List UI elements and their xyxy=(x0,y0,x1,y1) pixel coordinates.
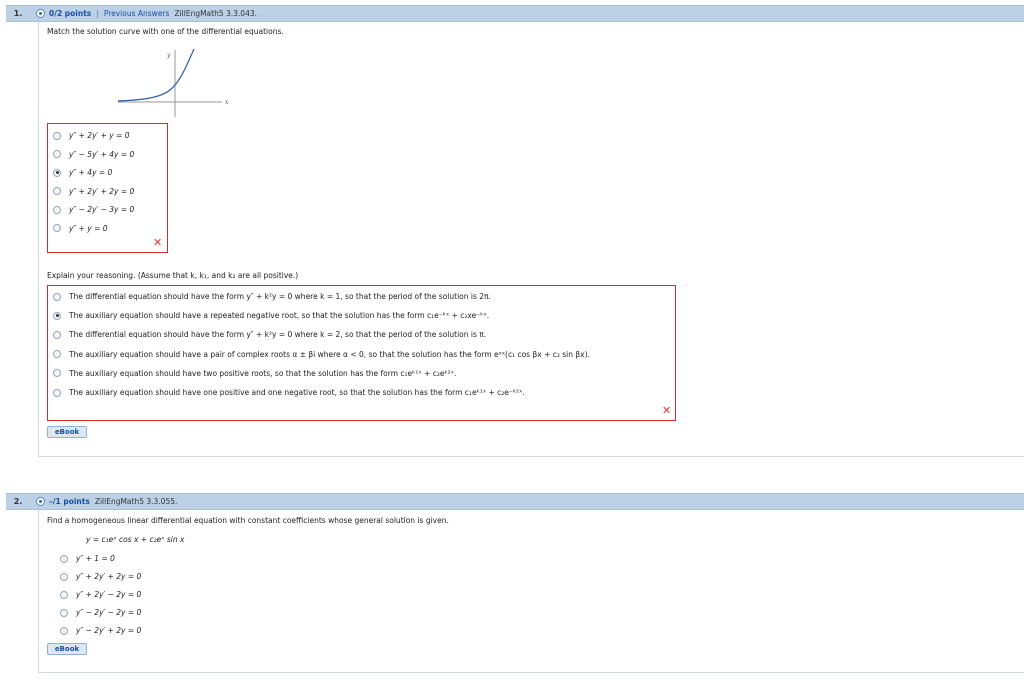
q1-option-6[interactable]: y″ + y = 0 xyxy=(53,224,108,233)
option-label: The differential equation should have th… xyxy=(69,292,491,301)
radio-icon[interactable] xyxy=(53,369,61,378)
option-label: y″ + 4y = 0 xyxy=(69,168,113,177)
q2-option-3[interactable]: y″ + 2y′ − 2y = 0 xyxy=(60,590,141,599)
radio-icon[interactable] xyxy=(60,626,68,635)
radio-icon[interactable] xyxy=(60,590,68,599)
radio-icon[interactable] xyxy=(60,572,68,581)
option-label: y″ + 2y′ + y = 0 xyxy=(69,131,130,140)
option-label: y″ − 5y′ + 4y = 0 xyxy=(69,149,135,159)
question-prompt: Match the solution curve with one of the… xyxy=(47,27,284,36)
solution-curve-graph: y x xyxy=(117,48,229,117)
radio-icon[interactable] xyxy=(53,168,61,177)
y-axis-label: y xyxy=(166,52,171,59)
radio-icon[interactable] xyxy=(53,292,61,301)
ebook-button[interactable]: eBook xyxy=(47,643,87,655)
q1-option-3[interactable]: y″ + 4y = 0 xyxy=(53,168,112,177)
radio-icon[interactable] xyxy=(60,608,68,617)
x-axis-label: x xyxy=(225,99,229,106)
question-2-body xyxy=(38,510,1024,673)
question-2-header: 2. –/1 points ZillEngMath5 3.3.055. xyxy=(6,493,1024,510)
radio-icon[interactable] xyxy=(53,205,61,214)
option-label: y″ − 2y′ − 2y = 0 xyxy=(76,608,142,617)
radio-icon[interactable] xyxy=(53,388,61,397)
radio-icon[interactable] xyxy=(53,131,61,140)
option-label: y″ + y = 0 xyxy=(69,223,108,233)
q1-option-4[interactable]: y″ + 2y′ + 2y = 0 xyxy=(53,187,134,196)
problem-code: ZillEngMath5 3.3.055. xyxy=(94,497,178,506)
given-solution: y = c₁eˣ cos x + c₂eˣ sin x xyxy=(86,535,185,544)
option-label: The auxiliary equation should have a rep… xyxy=(69,311,490,321)
option-label: y″ + 2y′ − 2y = 0 xyxy=(76,590,142,599)
radio-icon[interactable] xyxy=(60,554,68,563)
question-prompt: Find a homogeneous linear differential e… xyxy=(47,516,449,525)
option-label: The auxiliary equation should have two p… xyxy=(69,368,457,378)
radio-icon[interactable] xyxy=(53,311,61,320)
q1-explain-option-4[interactable]: The auxiliary equation should have a pai… xyxy=(53,350,590,359)
x-mark-icon: ✕ xyxy=(153,236,163,249)
problem-code: ZillEngMath5 3.3.043. xyxy=(174,9,258,18)
q1-explain-option-2[interactable]: The auxiliary equation should have a rep… xyxy=(53,311,489,320)
option-label: y″ − 2y′ + 2y = 0 xyxy=(76,626,142,635)
option-label: The auxiliary equation should have a pai… xyxy=(69,349,590,359)
points-label: –/1 points xyxy=(49,497,90,506)
x-mark-icon: ✕ xyxy=(662,404,672,417)
q1-explain-option-3[interactable]: The differential equation should have th… xyxy=(53,330,486,339)
q1-explain-option-1[interactable]: The differential equation should have th… xyxy=(53,292,491,301)
previous-answers-link[interactable]: Previous Answers xyxy=(104,9,170,18)
question-number: 2. xyxy=(13,497,23,506)
separator: | xyxy=(96,9,99,18)
plus-circle-icon[interactable] xyxy=(36,497,45,506)
plus-circle-icon[interactable] xyxy=(36,9,45,18)
option-label: y″ + 2y′ + 2y = 0 xyxy=(76,572,142,581)
question-1-header: 1. 0/2 points | Previous Answers ZillEng… xyxy=(6,5,1024,22)
radio-icon[interactable] xyxy=(53,330,61,339)
ebook-button[interactable]: eBook xyxy=(47,426,87,438)
q1-explain-option-5[interactable]: The auxiliary equation should have two p… xyxy=(53,369,456,378)
q1-option-2[interactable]: y″ − 5y′ + 4y = 0 xyxy=(53,150,134,159)
solution-curve xyxy=(117,48,195,102)
radio-icon[interactable] xyxy=(53,187,61,195)
option-label: The auxiliary equation should have one p… xyxy=(69,388,525,397)
option-label: y″ − 2y′ − 3y = 0 xyxy=(69,205,135,214)
q2-option-1[interactable]: y″ + 1 = 0 xyxy=(60,554,115,563)
radio-icon[interactable] xyxy=(53,150,61,158)
points-label: 0/2 points xyxy=(49,9,92,18)
option-label: The differential equation should have th… xyxy=(69,330,487,340)
q1-option-1[interactable]: y″ + 2y′ + y = 0 xyxy=(53,131,130,140)
explain-prompt: Explain your reasoning. (Assume that k, … xyxy=(47,271,299,280)
option-label: y″ + 2y′ + 2y = 0 xyxy=(69,186,135,196)
q2-option-5[interactable]: y″ − 2y′ + 2y = 0 xyxy=(60,626,141,635)
option-label: y″ + 1 = 0 xyxy=(76,554,115,563)
radio-icon[interactable] xyxy=(53,350,61,359)
radio-icon[interactable] xyxy=(53,224,61,232)
q1-option-5[interactable]: y″ − 2y′ − 3y = 0 xyxy=(53,205,134,214)
q2-option-4[interactable]: y″ − 2y′ − 2y = 0 xyxy=(60,608,141,617)
question-number: 1. xyxy=(13,9,23,18)
q1-explain-option-6[interactable]: The auxiliary equation should have one p… xyxy=(53,388,525,397)
q2-option-2[interactable]: y″ + 2y′ + 2y = 0 xyxy=(60,572,141,581)
